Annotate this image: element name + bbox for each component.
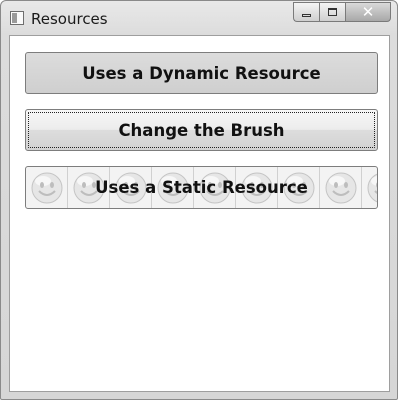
smiley-tile <box>362 167 377 208</box>
title-bar[interactable]: Resources ✕ <box>1 1 397 35</box>
change-brush-button[interactable]: Change the Brush <box>25 109 378 151</box>
close-button[interactable]: ✕ <box>345 2 391 22</box>
static-resource-button-label: Uses a Static Resource <box>95 178 308 197</box>
smiley-face-icon <box>325 172 356 203</box>
dynamic-resource-button-label: Uses a Dynamic Resource <box>82 63 321 83</box>
smiley-tile <box>320 167 362 208</box>
minimize-icon <box>302 13 311 17</box>
resources-window: Resources ✕ Uses a Dynamic Resource Chan… <box>0 0 398 400</box>
static-resource-button[interactable]: Uses a Static Resource <box>25 166 378 209</box>
smiley-face-icon <box>31 172 62 203</box>
window-title: Resources <box>31 10 108 28</box>
maximize-icon <box>328 8 337 16</box>
smiley-tile <box>26 167 68 208</box>
app-icon[interactable] <box>10 11 24 25</box>
close-icon: ✕ <box>361 2 375 21</box>
dynamic-resource-button[interactable]: Uses a Dynamic Resource <box>25 52 378 94</box>
minimize-button[interactable] <box>293 2 319 22</box>
client-area: Uses a Dynamic Resource Change the Brush… <box>9 35 390 392</box>
smiley-face-icon <box>367 173 377 202</box>
caption-buttons: ✕ <box>293 2 391 22</box>
change-brush-button-label: Change the Brush <box>118 120 285 140</box>
maximize-button[interactable] <box>319 2 345 22</box>
